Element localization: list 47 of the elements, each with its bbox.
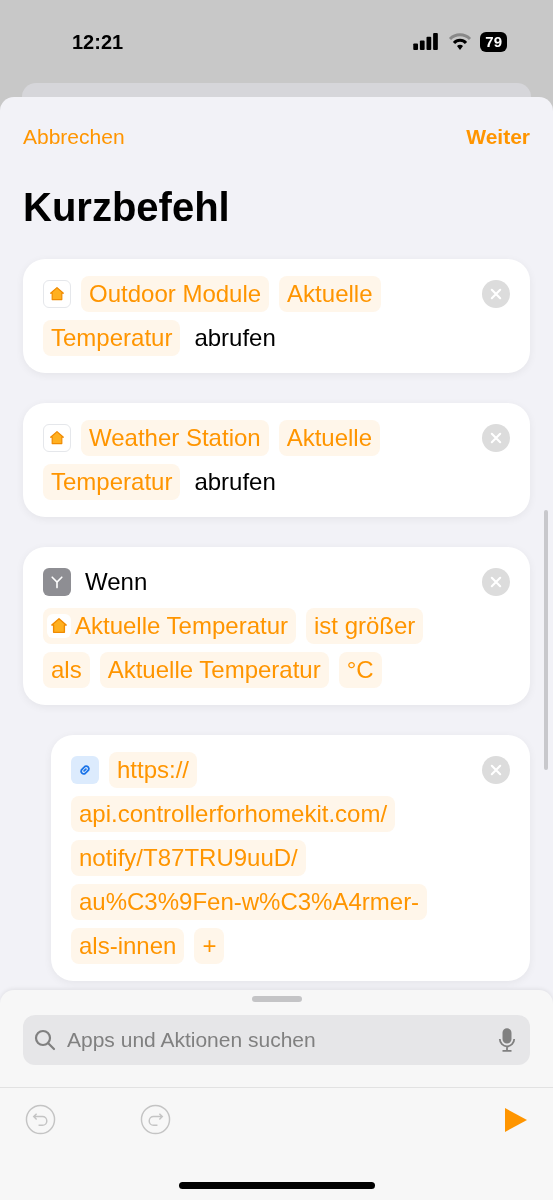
parameter-token[interactable]: Aktuelle Temperatur (99, 651, 329, 688)
parameter-token[interactable]: Outdoor Module (81, 275, 270, 312)
undo-icon[interactable] (25, 1104, 56, 1135)
parameter-token[interactable]: als-innen (71, 927, 185, 964)
close-icon (489, 762, 503, 777)
action-text: abrufen (193, 322, 277, 353)
variable-token[interactable]: Aktuelle Temperatur (43, 607, 296, 644)
search-icon (33, 1028, 57, 1052)
link-icon (71, 755, 99, 784)
parameter-token[interactable]: api.controllerforhomekit.com/ (71, 795, 396, 832)
page-title: Kurzbefehl (22, 183, 231, 231)
home-icon (49, 285, 65, 302)
play-icon[interactable] (504, 1106, 528, 1133)
remove-button[interactable] (482, 755, 510, 784)
action-text: abrufen (193, 466, 277, 497)
parameter-token[interactable]: Weather Station (81, 419, 269, 456)
parameter-token[interactable]: Temperatur (43, 463, 181, 500)
close-icon (489, 574, 503, 589)
next-button[interactable]: Weiter (466, 121, 530, 153)
parameter-token[interactable]: notify/T87TRU9uuD/ (71, 839, 306, 876)
parameter-token[interactable]: https:// (109, 751, 198, 788)
action-text: Wenn (84, 566, 149, 597)
home-icon (49, 429, 65, 446)
search-field[interactable]: Apps und Aktionen suchen (23, 1015, 530, 1065)
remove-button[interactable] (482, 567, 510, 596)
parameter-token[interactable]: °C (338, 651, 382, 688)
close-icon (489, 286, 503, 301)
wifi-icon (448, 32, 473, 51)
parameter-token[interactable]: ist größer (306, 607, 424, 644)
redo-icon[interactable] (140, 1104, 171, 1135)
remove-button[interactable] (482, 279, 510, 308)
cancel-button[interactable]: Abbrechen (23, 121, 125, 153)
microphone-icon[interactable] (498, 1027, 516, 1053)
parameter-token[interactable]: Temperatur (43, 319, 181, 356)
status-time: 12:21 (72, 29, 124, 55)
signal-icon (413, 33, 441, 50)
battery-indicator: 79 (480, 31, 507, 52)
parameter-token[interactable]: Aktuelle (278, 419, 381, 456)
sheet-grabber[interactable] (251, 996, 302, 1002)
remove-button[interactable] (482, 423, 510, 452)
close-icon (489, 430, 503, 445)
parameter-token[interactable]: + (194, 927, 225, 964)
home-icon (50, 616, 68, 635)
parameter-token[interactable]: au%C3%9Fen-w%C3%A4rmer- (71, 883, 428, 920)
parameter-token[interactable]: als (43, 651, 90, 688)
branch-icon (43, 567, 71, 596)
parameter-token[interactable]: Aktuelle (279, 275, 381, 312)
